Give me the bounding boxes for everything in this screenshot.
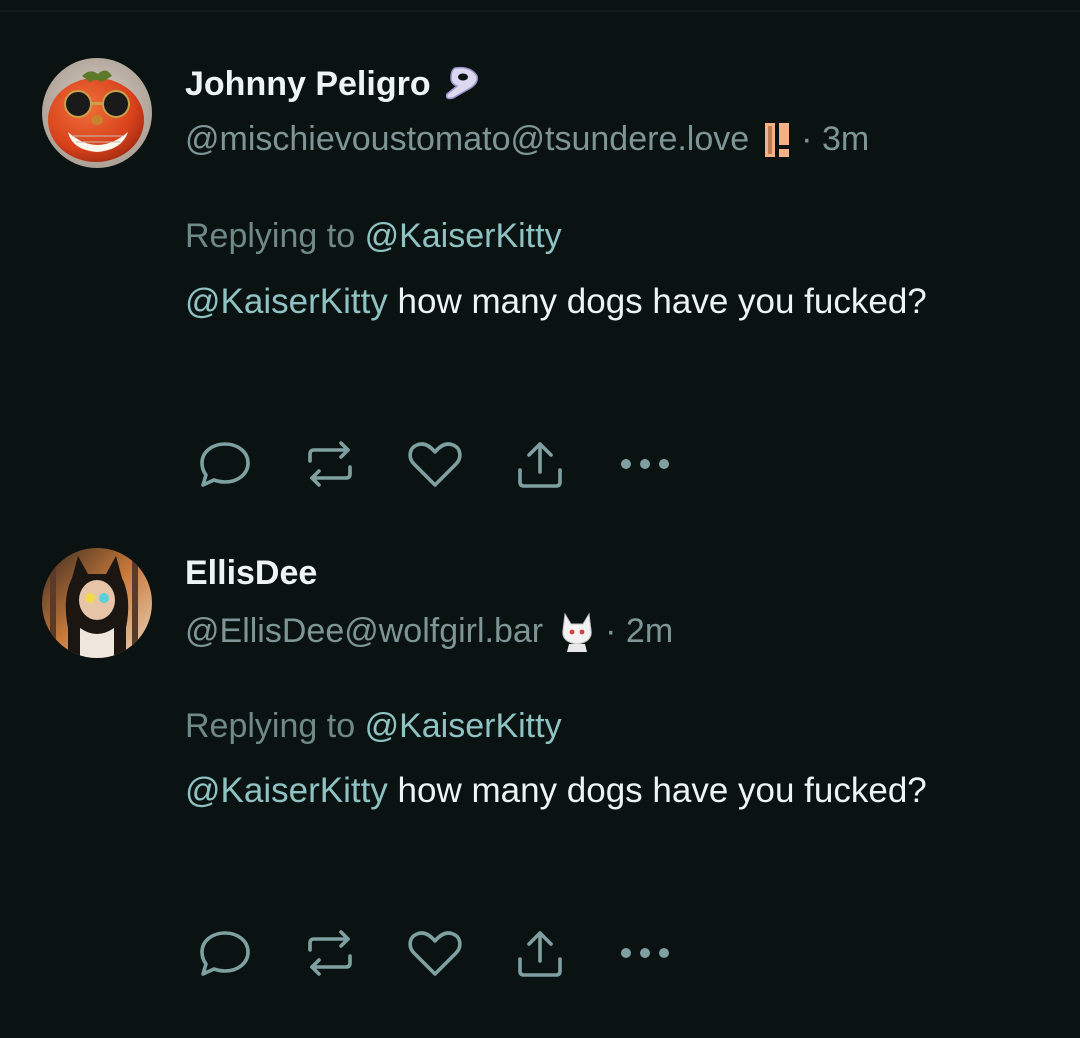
handle-row: @EllisDee@wolfgirl.bar · 2m: [185, 610, 673, 652]
avatar[interactable]: [42, 58, 152, 168]
body-text: how many dogs have you fucked?: [387, 771, 927, 810]
body-mention[interactable]: @KaiserKitty: [185, 771, 388, 810]
handle[interactable]: @mischievoustomato@tsundere.love: [185, 120, 749, 159]
repost-icon[interactable]: [300, 436, 360, 492]
post-time[interactable]: · 2m: [605, 612, 673, 651]
display-name-text: EllisDee: [185, 554, 318, 592]
repost-icon[interactable]: [300, 925, 360, 981]
avatar[interactable]: [42, 548, 152, 658]
display-name[interactable]: EllisDee: [185, 554, 317, 593]
wolfgirl-avatar-icon: [42, 548, 152, 658]
post-time[interactable]: · 3m: [801, 120, 869, 159]
share-icon[interactable]: [510, 925, 570, 981]
handle[interactable]: @EllisDee@wolfgirl.bar: [185, 612, 543, 651]
tomato-sunglasses-avatar-icon: [42, 58, 152, 168]
like-icon[interactable]: [405, 436, 465, 492]
body-text: how many dogs have you fucked?: [387, 282, 927, 321]
post-body: @KaiserKitty how many dogs have you fuck…: [185, 764, 945, 817]
replying-to: Replying to @KaiserKitty: [185, 217, 562, 256]
replying-to-mention[interactable]: @KaiserKitty: [365, 707, 562, 745]
like-icon[interactable]: [405, 925, 465, 981]
more-icon[interactable]: [615, 925, 675, 981]
replying-label: Replying to: [185, 217, 356, 255]
top-divider: [0, 10, 1080, 12]
display-name-text: Johnny Peligro: [185, 64, 431, 103]
action-bar: [195, 436, 720, 492]
reply-icon[interactable]: [195, 925, 255, 981]
more-icon[interactable]: [615, 436, 675, 492]
share-icon[interactable]: [510, 436, 570, 492]
white-cat-girl-emoji: [557, 610, 597, 652]
gentoo-logo-icon: [445, 66, 478, 100]
pause-badge-icon: [763, 121, 793, 159]
handle-row: @mischievoustomato@tsundere.love · 3m: [185, 120, 869, 159]
action-bar: [195, 925, 720, 981]
body-mention[interactable]: @KaiserKitty: [185, 282, 388, 321]
display-name[interactable]: Johnny Peligro: [185, 64, 481, 104]
replying-to-mention[interactable]: @KaiserKitty: [365, 217, 562, 255]
post-body: @KaiserKitty how many dogs have you fuck…: [185, 275, 945, 328]
replying-label: Replying to: [185, 707, 356, 745]
reply-icon[interactable]: [195, 436, 255, 492]
replying-to: Replying to @KaiserKitty: [185, 707, 562, 746]
